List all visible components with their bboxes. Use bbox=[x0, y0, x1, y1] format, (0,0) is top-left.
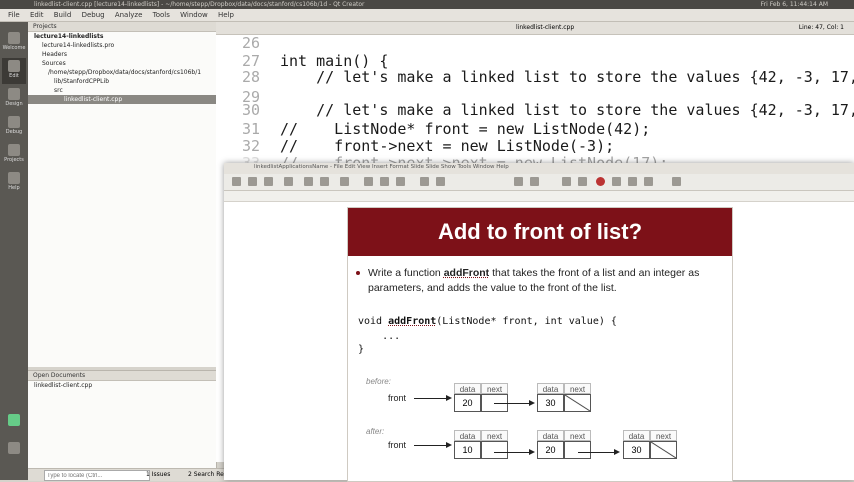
front-label: front bbox=[388, 393, 407, 403]
window-title: linkedlist-client.cpp [lecture14-linkedl… bbox=[34, 1, 365, 8]
project-tree: lecture14-linkedlists lecture14-linkedli… bbox=[28, 32, 216, 104]
paste-icon[interactable] bbox=[396, 177, 405, 186]
node-next bbox=[564, 441, 591, 459]
open-documents-header: Open Documents bbox=[28, 371, 216, 381]
navigator-icon[interactable] bbox=[672, 177, 681, 186]
tree-item-headers[interactable]: Headers bbox=[28, 50, 216, 59]
window-title-bar: linkedlist-client.cpp [lecture14-linkedl… bbox=[0, 0, 854, 9]
save-icon[interactable] bbox=[264, 177, 273, 186]
run-button[interactable] bbox=[2, 412, 26, 438]
open-icon[interactable] bbox=[248, 177, 257, 186]
new-icon[interactable] bbox=[232, 177, 241, 186]
menu-tools[interactable]: Tools bbox=[153, 11, 170, 19]
tree-item-client-cpp[interactable]: linkedlist-client.cpp bbox=[28, 95, 216, 104]
list-node: data next 30 bbox=[623, 430, 681, 459]
menu-build[interactable]: Build bbox=[54, 11, 72, 19]
menu-file[interactable]: File bbox=[8, 11, 20, 19]
mode-projects[interactable]: Projects bbox=[2, 142, 26, 168]
copy-icon[interactable] bbox=[380, 177, 389, 186]
editor-toolbar: linkedlist-client.cpp Line: 47, Col: 1 bbox=[216, 22, 854, 35]
presentation-title-bar: linkedlistApplicationsName - File Edit V… bbox=[224, 163, 854, 172]
node-data: 30 bbox=[623, 441, 650, 459]
menu-window[interactable]: Window bbox=[180, 11, 208, 19]
mode-edit[interactable]: Edit bbox=[2, 58, 26, 84]
list-node: data next 20 bbox=[454, 383, 512, 412]
search-results-tab[interactable]: 2 Search Res bbox=[188, 469, 227, 481]
cursor-position: Line: 47, Col: 1 bbox=[798, 24, 844, 31]
record-icon[interactable] bbox=[596, 177, 605, 186]
slide-icon[interactable] bbox=[578, 177, 587, 186]
node-data: 30 bbox=[537, 394, 564, 412]
projects-pane: Projects lecture14-linkedlists lecture14… bbox=[28, 22, 217, 367]
tree-item-pro-file[interactable]: lecture14-linkedlists.pro bbox=[28, 41, 216, 50]
edit-icon bbox=[8, 60, 20, 72]
mode-debug[interactable]: Debug bbox=[2, 114, 26, 140]
open-documents-pane: Open Documents linkedlist-client.cpp bbox=[28, 370, 217, 469]
locator-input[interactable] bbox=[44, 470, 150, 481]
hammer-icon bbox=[8, 442, 20, 454]
cut-icon[interactable] bbox=[364, 177, 373, 186]
clock: Fri Feb 6, 11:44:14 AM bbox=[760, 1, 828, 8]
issues-tab[interactable]: 1 Issues bbox=[146, 469, 170, 481]
gallery-icon[interactable] bbox=[644, 177, 653, 186]
node-data: 10 bbox=[454, 441, 481, 459]
menu-edit[interactable]: Edit bbox=[30, 11, 44, 19]
slide[interactable]: Add to front of list? Write a function a… bbox=[347, 207, 733, 482]
mode-welcome[interactable]: Welcome bbox=[2, 30, 26, 56]
menu-bar: File Edit Build Debug Analyze Tools Wind… bbox=[0, 9, 854, 22]
code-close: } bbox=[358, 344, 365, 355]
pdf-icon[interactable] bbox=[304, 177, 313, 186]
redo-icon[interactable] bbox=[436, 177, 445, 186]
design-icon bbox=[8, 88, 20, 100]
image-icon[interactable] bbox=[612, 177, 621, 186]
before-label: before: bbox=[366, 377, 391, 386]
node-next-null bbox=[650, 441, 677, 459]
grid-icon[interactable] bbox=[562, 177, 571, 186]
list-node: data next 20 bbox=[537, 430, 595, 459]
node-data: 20 bbox=[537, 441, 564, 459]
print-icon[interactable] bbox=[320, 177, 329, 186]
slide-bullet: Write a function addFront that takes the… bbox=[356, 266, 716, 296]
play-icon bbox=[8, 414, 20, 426]
presentation-toolbar bbox=[224, 174, 854, 191]
node-next bbox=[481, 441, 508, 459]
ruler bbox=[224, 191, 854, 202]
node-data: 20 bbox=[454, 394, 481, 412]
help-icon bbox=[8, 172, 20, 184]
menu-help[interactable]: Help bbox=[218, 11, 234, 19]
tree-item-src[interactable]: src bbox=[28, 86, 216, 95]
open-document-item[interactable]: linkedlist-client.cpp bbox=[28, 381, 216, 390]
search-icon bbox=[32, 471, 40, 479]
mode-design[interactable]: Design bbox=[2, 86, 26, 112]
menu-debug[interactable]: Debug bbox=[82, 11, 105, 19]
undo-icon[interactable] bbox=[420, 177, 429, 186]
tree-item-lib[interactable]: lib/StanfordCPPLib bbox=[28, 77, 216, 86]
code-body: ... bbox=[358, 331, 401, 342]
list-node: data next 10 bbox=[454, 430, 512, 459]
code-signature: void addFront(ListNode* front, int value… bbox=[358, 316, 617, 327]
bullet-icon bbox=[356, 271, 360, 275]
table-icon[interactable] bbox=[514, 177, 523, 186]
front-label: front bbox=[388, 440, 407, 450]
after-label: after: bbox=[366, 427, 385, 436]
edit-file-icon[interactable] bbox=[284, 177, 293, 186]
build-button[interactable] bbox=[2, 440, 26, 466]
chart-icon[interactable] bbox=[530, 177, 539, 186]
camera-icon[interactable] bbox=[628, 177, 637, 186]
mode-selector: Welcome Edit Design Debug Projects Help bbox=[0, 22, 28, 480]
welcome-icon bbox=[8, 32, 20, 44]
list-node: data next 30 bbox=[537, 383, 595, 412]
menu-analyze[interactable]: Analyze bbox=[115, 11, 143, 19]
tree-item-sources[interactable]: Sources bbox=[28, 59, 216, 68]
debug-icon bbox=[8, 116, 20, 128]
spellcheck-icon[interactable] bbox=[340, 177, 349, 186]
file-tab[interactable]: linkedlist-client.cpp bbox=[516, 22, 574, 34]
tree-item-path[interactable]: /home/stepp/Dropbox/data/docs/stanford/c… bbox=[28, 68, 216, 77]
projects-icon bbox=[8, 144, 20, 156]
slide-title: Add to front of list? bbox=[348, 208, 732, 256]
tree-item-project[interactable]: lecture14-linkedlists bbox=[28, 32, 216, 41]
mode-help[interactable]: Help bbox=[2, 170, 26, 196]
projects-header: Projects bbox=[28, 22, 216, 32]
node-next-null bbox=[564, 394, 591, 412]
